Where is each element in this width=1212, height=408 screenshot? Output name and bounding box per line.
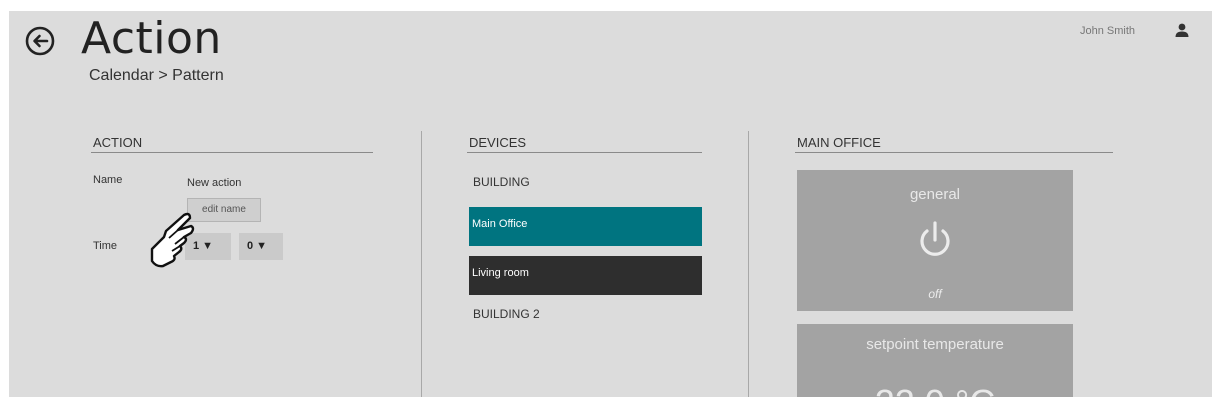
bottom-edge	[0, 397, 1212, 408]
device-living-room[interactable]: Living room	[469, 256, 702, 295]
devices-heading-underline	[467, 152, 702, 153]
page-title: Action	[81, 13, 222, 64]
back-arrow-icon[interactable]	[24, 25, 56, 57]
page-panel: Action Calendar > Pattern John Smith ACT…	[9, 11, 1212, 399]
name-label: Name	[93, 174, 123, 186]
user-name[interactable]: John Smith	[1080, 25, 1135, 37]
general-state: off	[928, 287, 942, 301]
main-office-heading: MAIN OFFICE	[797, 135, 881, 150]
main-office-heading-underline	[795, 152, 1113, 153]
column-divider	[748, 131, 749, 399]
general-tile-title: general	[909, 186, 961, 203]
breadcrumb[interactable]: Calendar > Pattern	[89, 67, 224, 85]
power-icon[interactable]	[915, 220, 955, 260]
time-label: Time	[93, 240, 118, 252]
general-tile[interactable]: general off	[797, 170, 1073, 311]
setpoint-temperature-tile[interactable]: setpoint temperature 22.0 °C	[797, 324, 1073, 399]
time-minute-select[interactable]: 0 ▼	[239, 233, 283, 260]
device-main-office[interactable]: Main Office	[469, 207, 702, 246]
action-name-value: New action	[187, 177, 242, 189]
column-divider	[421, 131, 422, 399]
action-heading-underline	[91, 152, 373, 153]
pointing-hand-cursor-icon	[150, 212, 195, 268]
action-heading: ACTION	[93, 135, 143, 150]
device-building-2[interactable]: BUILDING 2	[469, 304, 702, 324]
device-building[interactable]: BUILDING	[469, 172, 702, 192]
devices-heading: DEVICES	[469, 135, 527, 150]
user-icon[interactable]	[1174, 22, 1190, 38]
setpoint-tile-title: setpoint temperature	[866, 336, 1004, 353]
